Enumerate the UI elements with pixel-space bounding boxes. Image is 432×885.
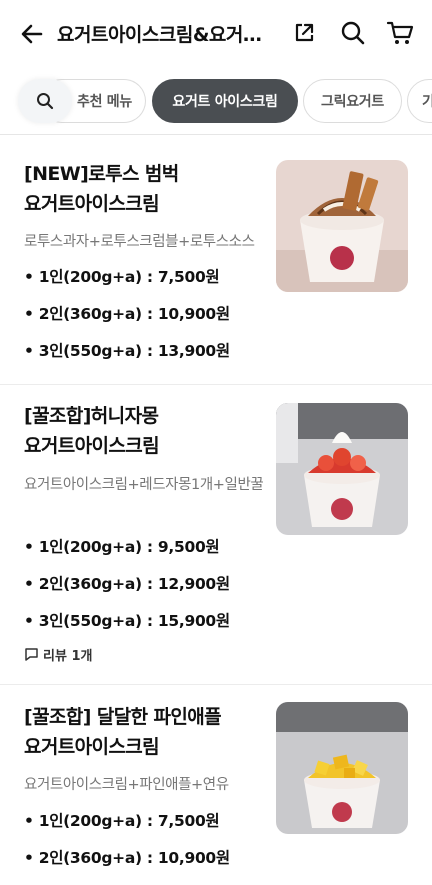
- top-app-bar: 요거트아이스크림&요거트 외 간식: [0, 0, 432, 68]
- price-option: • 3인(550g+a) : 13,900원: [24, 342, 230, 360]
- page-title: 요거트아이스크림&요거트 외 간식: [57, 24, 277, 46]
- menu-item[interactable]: [꿀조합]허니자몽 요거트아이스크림 요거트아이스크림+레드자몽1개+일반꿀 •…: [0, 385, 432, 685]
- back-button[interactable]: [16, 18, 48, 50]
- price-option: • 1인(200g+a) : 7,500원: [24, 812, 220, 830]
- category-tabs: 추천 메뉴 요거트 아이스크림 그릭요거트 기타: [0, 74, 432, 130]
- item-name: 요거트아이스크림: [24, 435, 160, 457]
- menu-search-button[interactable]: [18, 79, 72, 123]
- price-option: • 1인(200g+a) : 9,500원: [24, 538, 220, 556]
- menu-item[interactable]: [꿀조합] 달달한 파인애플 요거트아이스크림 요거트아이스크림+파인애플+연유…: [0, 685, 432, 885]
- price-option: • 2인(360g+a) : 12,900원: [24, 575, 230, 593]
- review-count[interactable]: 리뷰 1개: [24, 645, 92, 664]
- item-image: [276, 160, 408, 292]
- search-button[interactable]: [338, 18, 368, 48]
- item-description: 요거트아이스크림+파인애플+연유: [24, 777, 229, 793]
- item-description: 요거트아이스크림+레드자몽1개+일반꿀: [24, 477, 264, 493]
- search-icon: [37, 93, 54, 110]
- price-option: • 2인(360g+a) : 10,900원: [24, 849, 230, 867]
- item-description: 로투스과자+로투스크럼블+로투스소스: [24, 234, 255, 250]
- item-name: [꿀조합]허니자몽: [24, 405, 159, 427]
- tab-greek-yogurt[interactable]: 그릭요거트: [303, 79, 402, 123]
- item-image: [276, 702, 408, 834]
- back-arrow-icon: [21, 24, 43, 44]
- item-name: 요거트아이스크림: [24, 193, 160, 215]
- cart-button[interactable]: [385, 18, 415, 48]
- item-name: [꿀조합] 달달한 파인애플: [24, 706, 222, 728]
- price-option: • 3인(550g+a) : 15,900원: [24, 612, 230, 630]
- search-icon: [341, 21, 365, 45]
- item-name: 요거트아이스크림: [24, 736, 160, 758]
- item-name: [NEW]로투스 범벅: [24, 163, 179, 185]
- comment-icon: [25, 648, 38, 661]
- cart-icon: [386, 21, 414, 44]
- menu-item[interactable]: [NEW]로투스 범벅 요거트아이스크림 로투스과자+로투스크럼블+로투스소스 …: [0, 135, 432, 385]
- review-count-label: 리뷰 1개: [43, 649, 93, 664]
- share-icon: [295, 23, 314, 42]
- tab-yogurt-icecream[interactable]: 요거트 아이스크림: [152, 79, 298, 123]
- tab-etc[interactable]: 기타: [407, 79, 432, 123]
- item-image: [276, 403, 408, 535]
- price-option: • 2인(360g+a) : 10,900원: [24, 305, 230, 323]
- share-button[interactable]: [289, 18, 319, 48]
- price-option: • 1인(200g+a) : 7,500원: [24, 268, 220, 286]
